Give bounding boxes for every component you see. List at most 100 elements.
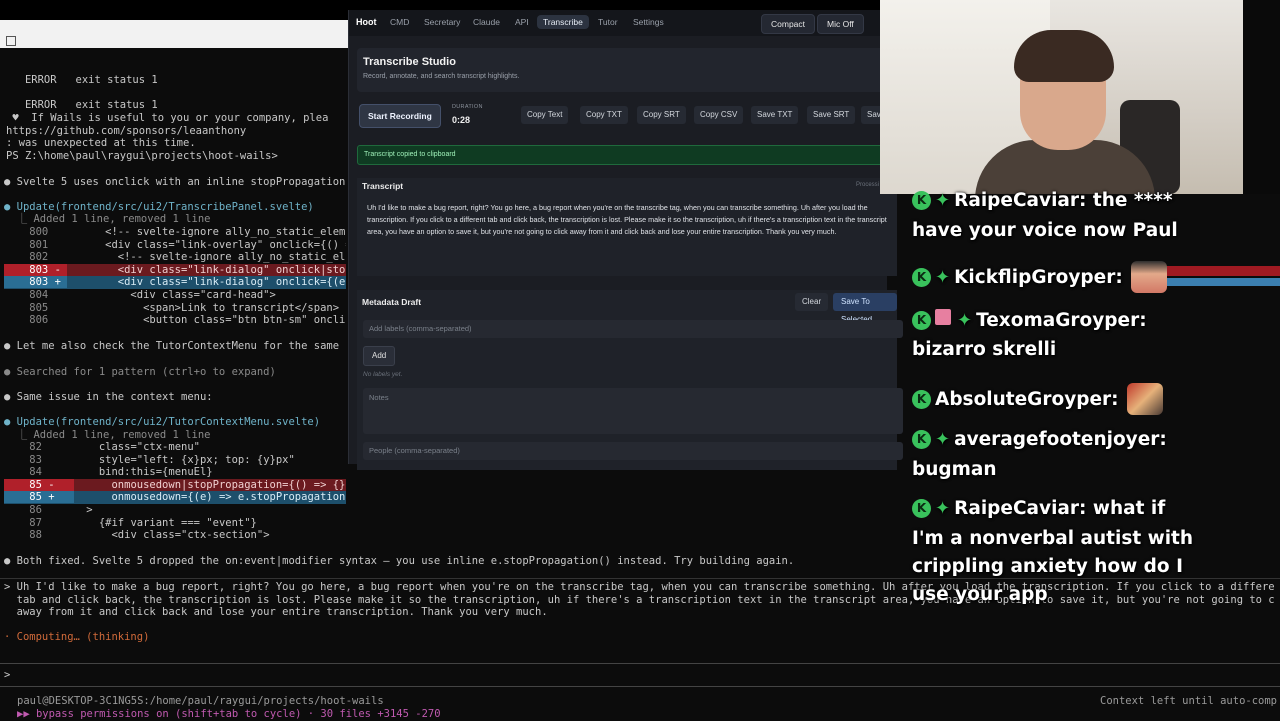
- diff-context-line: 806 <button class="btn btn-sm" onclic: [4, 314, 346, 327]
- copy-txt-button[interactable]: Copy TXT: [580, 106, 628, 124]
- kick-badge-icon: K: [912, 430, 931, 449]
- sparkle-badge-icon: ✦: [957, 310, 973, 331]
- metadata-panel: Metadata Draft Clear Save To Selected Ad…: [357, 290, 903, 470]
- prompt-input[interactable]: >: [4, 669, 10, 682]
- diff-added-line: 803 + <div class="link-dialog" onclick={…: [4, 276, 346, 290]
- chat-username: RaipeCaviar:: [954, 498, 1087, 519]
- code-text: <div class="link-dialog" onclick={(e): [67, 276, 346, 289]
- code-text: <div class="card-head">: [67, 289, 276, 301]
- diff-context-line: 84 bind:this={menuEl}: [4, 466, 346, 479]
- terminal-line: ERROR exit status 1: [6, 99, 158, 111]
- no-labels-text: No labels yet.: [363, 371, 403, 378]
- tab-claude[interactable]: Claude: [473, 17, 500, 27]
- tab-settings[interactable]: Settings: [633, 17, 664, 27]
- line-number: 804: [4, 289, 68, 301]
- line-number: 85 +: [4, 491, 74, 504]
- tab-cmd[interactable]: CMD: [390, 17, 409, 27]
- chat-text: have your voice now Paul: [912, 220, 1178, 241]
- chat-message: K ✦ averagefootenjoyer:: [912, 429, 1167, 450]
- save-to-selected-button[interactable]: Save To Selected: [833, 293, 897, 324]
- divider: [0, 686, 1280, 687]
- clear-button[interactable]: Clear: [795, 293, 829, 311]
- labels-input[interactable]: Add labels (comma-separated): [363, 320, 903, 338]
- duration-label: DURATION: [452, 104, 483, 110]
- processing-status: Processi: [855, 182, 879, 188]
- chat-text: crippling anxiety how do I: [912, 556, 1183, 577]
- code-text: >: [60, 504, 93, 516]
- transcript-heading: Transcript: [362, 181, 404, 191]
- chat-text: use your app: [912, 584, 1048, 605]
- chat-text: I'm a nonverbal autist with: [912, 528, 1194, 549]
- code-text: onmousedown={(e) => e.stopPropagation()}: [73, 491, 346, 504]
- app-nav: Hoot CMD Secretary Claude API Transcribe…: [349, 10, 887, 36]
- tab-tutor[interactable]: Tutor: [598, 17, 618, 27]
- diff-removed-line: 85 - onmousedown|stopPropagation={() => …: [4, 478, 346, 492]
- diff-removed-line: 803 - <div class="link-dialog" onclick|s…: [4, 263, 346, 277]
- code-text: bind:this={menuEl}: [60, 466, 213, 479]
- webcam-border: [1243, 0, 1280, 194]
- tab-transcribe[interactable]: Transcribe: [537, 15, 589, 29]
- window-control-icon[interactable]: [6, 36, 16, 46]
- toast-message: Transcript copied to clipboard: [357, 145, 905, 165]
- terminal-title-strip: [0, 20, 350, 48]
- kick-badge-icon: K: [912, 311, 931, 330]
- chat-message: K ✦ RaipeCaviar: what if: [912, 498, 1165, 519]
- terminal-line: PS Z:\home\paul\raygui\projects\hoot-wai…: [6, 150, 278, 162]
- chat-username: averagefootenjoyer:: [954, 429, 1167, 450]
- transcript-textarea[interactable]: Uh I'd like to make a bug report, right?…: [367, 202, 897, 238]
- code-text: <!-- svelte-ignore ally_no_static_ele: [67, 251, 346, 264]
- code-text: onmousedown|stopPropagation={() => {}}: [73, 478, 346, 491]
- chat-text: bizarro skrelli: [912, 339, 1057, 360]
- start-recording-button[interactable]: Start Recording: [359, 104, 441, 128]
- face-emote-icon: [1126, 383, 1163, 415]
- diff-context-line: 804 <div class="card-head">: [4, 289, 346, 302]
- divider: [0, 663, 1280, 664]
- assistant-note: ● Same issue in the context menu:: [4, 391, 213, 403]
- assistant-note: ● Svelte 5 uses onclick with an inline s…: [4, 176, 346, 188]
- copy-srt-button[interactable]: Copy SRT: [637, 106, 686, 124]
- code-text: <div class="link-dialog" onclick|stop: [67, 263, 346, 276]
- line-number: 86: [4, 504, 61, 516]
- sparkle-badge-icon: ✦: [935, 190, 951, 211]
- line-number: 82: [4, 441, 61, 453]
- chat-username: KickflipGroyper:: [954, 267, 1123, 288]
- add-label-button[interactable]: Add: [363, 346, 396, 366]
- line-number: 803 +: [4, 276, 68, 289]
- copy-csv-button[interactable]: Copy CSV: [694, 106, 744, 124]
- line-number: 801: [4, 238, 68, 251]
- people-input[interactable]: People (comma-separated): [363, 442, 903, 460]
- line-number: 802: [4, 251, 68, 264]
- status-bypass[interactable]: ▶▶ bypass permissions on (shift+tab to c…: [17, 708, 441, 721]
- code-text: style="left: {x}px; top: {y}px": [60, 453, 295, 466]
- save-srt-button[interactable]: Save SRT: [807, 106, 856, 124]
- user-message-line: away from it and click back and lose you…: [4, 606, 548, 618]
- code-text: <!-- svelte-ignore ally_no_static_eleme: [67, 226, 346, 238]
- assistant-note: ● Searched for 1 pattern (ctrl+o to expa…: [4, 366, 276, 378]
- kick-badge-icon: K: [912, 499, 931, 518]
- copy-text-button[interactable]: Copy Text: [521, 106, 569, 124]
- context-left: Context left until auto-comp: [1100, 695, 1278, 707]
- line-number: 87: [4, 516, 61, 529]
- computing-status: · Computing… (thinking): [4, 631, 150, 643]
- tab-api[interactable]: API: [515, 17, 529, 27]
- transcribe-toolbar: Start Recording DURATION 0:28 Copy Text …: [357, 100, 893, 134]
- notes-textarea[interactable]: Notes: [363, 388, 903, 434]
- assistant-note: ● Both fixed. Svelte 5 dropped the on:ev…: [4, 555, 795, 567]
- code-text: <div class="link-overlay" onclick={() =: [67, 238, 346, 251]
- update-header: ● Update(frontend/src/ui2/TutorContextMe…: [4, 416, 321, 428]
- diff-context-line: 83 style="left: {x}px; top: {y}px": [4, 454, 346, 467]
- tab-secretary[interactable]: Secretary: [424, 17, 460, 27]
- kick-badge-icon: K: [912, 390, 931, 409]
- mic-toggle-button[interactable]: Mic Off: [817, 14, 864, 34]
- line-number: 806: [4, 314, 68, 327]
- chat-username: RaipeCaviar:: [954, 190, 1087, 211]
- compact-button[interactable]: Compact: [761, 14, 816, 34]
- transcript-panel: Transcript Processi Uh I'd like to make …: [357, 178, 897, 276]
- save-txt-button[interactable]: Save TXT: [751, 106, 799, 124]
- code-text: class="ctx-menu": [60, 441, 200, 453]
- line-number: 85 -: [4, 478, 74, 491]
- terminal-line: ♥ If Wails is useful to you or your comp…: [6, 112, 329, 124]
- chat-message: K ✦ TexomaGroyper:: [912, 309, 1147, 331]
- chat-message: K ✦ KickflipGroyper:: [912, 261, 1167, 293]
- diff-context-line: 802 <!-- svelte-ignore ally_no_static_el…: [4, 251, 346, 264]
